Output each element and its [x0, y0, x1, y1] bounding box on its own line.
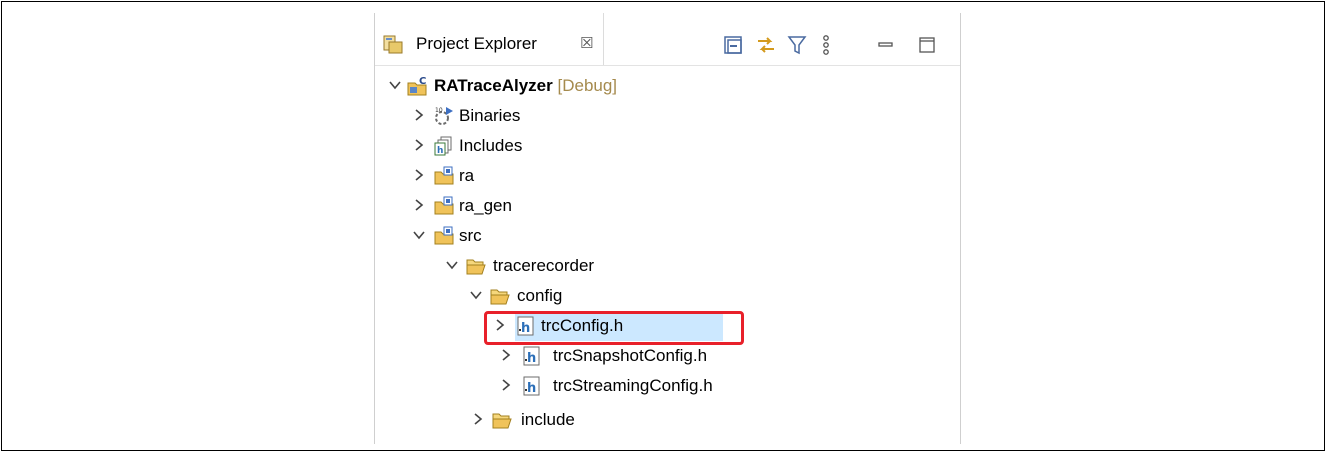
tree-item-ra[interactable]: ra — [375, 161, 960, 191]
chevron-right-icon[interactable] — [499, 348, 513, 362]
tree-item-label: ra_gen — [459, 196, 512, 215]
svg-text:h: h — [527, 381, 536, 396]
view-menu-icon[interactable] — [815, 33, 837, 57]
chevron-down-icon[interactable] — [469, 288, 483, 302]
chevron-right-icon[interactable] — [412, 168, 426, 182]
open-folder-icon — [492, 413, 512, 429]
tree-item-label: trcSnapshotConfig.h — [553, 346, 708, 365]
chevron-right-icon[interactable] — [412, 198, 426, 212]
tree-item-label: src — [459, 226, 482, 245]
header-file-icon: h — [523, 376, 540, 396]
svg-text:10: 10 — [435, 107, 443, 114]
tree-item-include[interactable]: include — [375, 405, 960, 435]
tree-item-label: include — [521, 410, 575, 429]
filter-icon[interactable] — [786, 33, 808, 57]
header-file-icon: h — [523, 346, 540, 366]
project-explorer-panel: Project Explorer ☒ C RATraceAlyzer [Debu… — [374, 13, 961, 444]
tree-item-config[interactable]: config — [375, 281, 960, 311]
view-tab-bar: Project Explorer ☒ — [375, 13, 960, 66]
source-folder-icon — [434, 226, 454, 245]
chevron-down-icon[interactable] — [388, 78, 402, 92]
chevron-down-icon[interactable] — [445, 258, 459, 272]
tree-item-includes[interactable]: h Includes — [375, 131, 960, 161]
tab-project-explorer[interactable]: Project Explorer ☒ — [375, 13, 604, 65]
tree-item-ra-gen[interactable]: ra_gen — [375, 191, 960, 221]
tree-item-tracerecorder[interactable]: tracerecorder — [375, 251, 960, 281]
svg-text:h: h — [437, 146, 443, 156]
includes-icon: h — [434, 136, 452, 156]
tree-item-label: trcStreamingConfig.h — [553, 376, 713, 395]
open-folder-icon — [466, 259, 486, 275]
tree-item-src[interactable]: src — [375, 221, 960, 251]
close-icon[interactable]: ☒ — [580, 34, 593, 52]
binaries-icon: 10 — [435, 107, 453, 125]
tree-item-binaries[interactable]: 10 Binaries — [375, 101, 960, 131]
collapse-all-icon[interactable] — [722, 33, 744, 57]
maximize-icon[interactable] — [916, 33, 938, 57]
tree-item-trcstreamingconfig[interactable]: h trcStreamingConfig.h — [375, 371, 960, 401]
tab-label: Project Explorer — [416, 34, 537, 53]
tree-item-label: config — [517, 286, 563, 305]
tree-item-trcsnapshotconfig[interactable]: h trcSnapshotConfig.h — [375, 341, 960, 371]
callout-highlight-box — [484, 311, 744, 345]
svg-text:C: C — [419, 76, 426, 87]
chevron-down-icon[interactable] — [412, 228, 426, 242]
minimize-icon[interactable] — [875, 33, 897, 57]
chevron-right-icon[interactable] — [412, 138, 426, 152]
project-name: RATraceAlyzer [Debug] — [434, 76, 618, 95]
open-folder-icon — [490, 289, 510, 305]
tree-item-label: ra — [459, 166, 475, 185]
tree-item-project[interactable]: C RATraceAlyzer [Debug] — [375, 71, 960, 101]
tree-item-label: Binaries — [459, 106, 521, 125]
chevron-right-icon[interactable] — [499, 378, 513, 392]
tree-item-label: Includes — [459, 136, 523, 155]
source-folder-icon — [434, 166, 454, 185]
chevron-right-icon[interactable] — [412, 108, 426, 122]
c-project-icon: C — [407, 76, 427, 96]
link-with-editor-icon[interactable] — [755, 33, 777, 57]
project-explorer-icon — [383, 35, 403, 54]
source-folder-icon — [434, 196, 454, 215]
svg-text:h: h — [527, 351, 536, 366]
tree-item-label: tracerecorder — [493, 256, 595, 275]
chevron-right-icon[interactable] — [471, 412, 485, 426]
